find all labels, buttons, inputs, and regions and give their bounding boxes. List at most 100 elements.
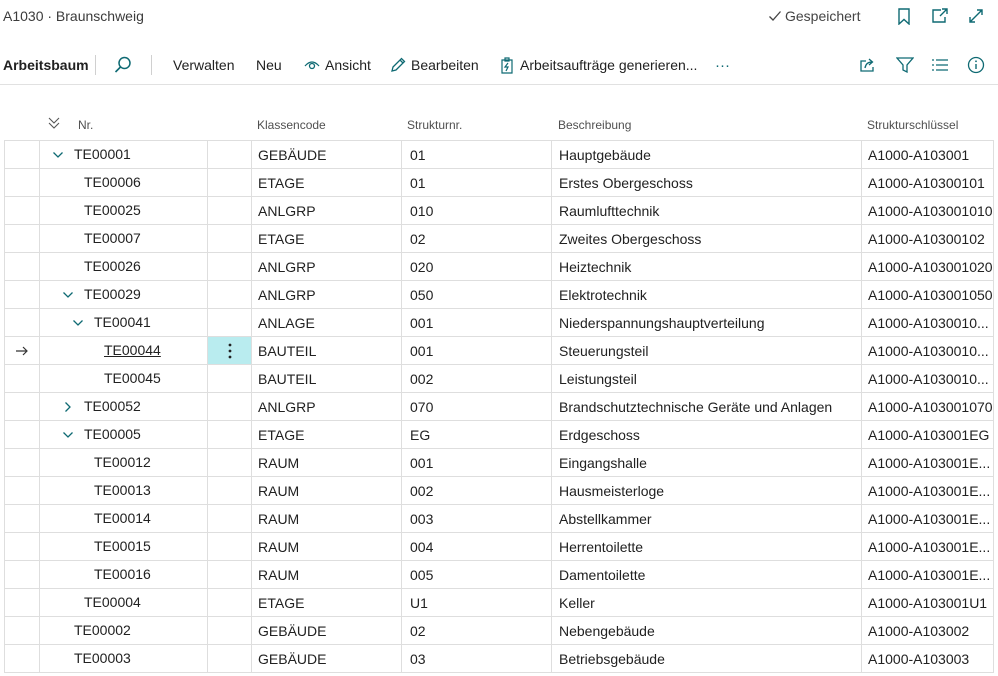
struct-nr-cell[interactable]: 003 <box>402 505 552 532</box>
struct-key-cell[interactable]: A1000-A103001E... <box>862 505 994 532</box>
struct-key-cell[interactable]: A1000-A103001E... <box>862 561 994 588</box>
struct-key-cell[interactable]: A1000-A103001U1 <box>862 589 994 616</box>
description-cell[interactable]: Elektrotechnik <box>552 281 862 308</box>
search-button[interactable] <box>113 46 138 84</box>
chevron-down-icon[interactable] <box>62 429 74 441</box>
row-marker-cell[interactable] <box>4 337 40 364</box>
bookmark-icon[interactable] <box>894 6 914 26</box>
class-code-cell[interactable]: ETAGE <box>252 169 402 196</box>
node-number[interactable]: TE00045 <box>104 370 161 386</box>
column-header-description[interactable]: Beschreibung <box>558 118 631 132</box>
node-number[interactable]: TE00041 <box>94 314 151 330</box>
row-actions-cell[interactable] <box>208 197 252 224</box>
row-actions-cell[interactable] <box>208 561 252 588</box>
struct-nr-cell[interactable]: 020 <box>402 253 552 280</box>
row-marker-cell[interactable] <box>4 365 40 392</box>
class-code-cell[interactable]: ANLGRP <box>252 393 402 420</box>
struct-key-cell[interactable]: A1000-A1030010... <box>862 309 994 336</box>
node-number[interactable]: TE00007 <box>84 230 141 246</box>
share-button[interactable] <box>859 46 882 84</box>
struct-nr-cell[interactable]: 02 <box>402 617 552 644</box>
description-cell[interactable]: Erstes Obergeschoss <box>552 169 862 196</box>
description-cell[interactable]: Hausmeisterloge <box>552 477 862 504</box>
row-actions-cell[interactable] <box>208 505 252 532</box>
struct-nr-cell[interactable]: 001 <box>402 309 552 336</box>
description-cell[interactable]: Nebengebäude <box>552 617 862 644</box>
row-marker-cell[interactable] <box>4 141 40 168</box>
description-cell[interactable]: Erdgeschoss <box>552 421 862 448</box>
column-header-struct-key[interactable]: Strukturschlüssel <box>867 118 958 132</box>
class-code-cell[interactable]: RAUM <box>252 477 402 504</box>
row-marker-cell[interactable] <box>4 505 40 532</box>
struct-nr-cell[interactable]: EG <box>402 421 552 448</box>
node-number[interactable]: TE00012 <box>94 454 151 470</box>
description-cell[interactable]: Betriebsgebäude <box>552 645 862 672</box>
struct-key-cell[interactable]: A1000-A103001E... <box>862 533 994 560</box>
view-button[interactable]: Ansicht <box>304 46 371 84</box>
column-header-class-code[interactable]: Klassencode <box>257 118 326 132</box>
table-row[interactable]: TE00003 GEBÄUDE 03 Betriebsgebäude A1000-A10… <box>4 645 994 673</box>
table-row[interactable]: TE00007 ETAGE 02 Zweites Obergeschoss A1000-… <box>4 225 994 253</box>
node-number[interactable]: TE00014 <box>94 510 151 526</box>
table-row[interactable]: TE00052 ANLGRP 070 Brandschutztechnische Ge… <box>4 393 994 421</box>
table-row[interactable]: TE00026 ANLGRP 020 Heiztechnik A1000-A103001… <box>4 253 994 281</box>
row-actions-cell[interactable] <box>208 393 252 420</box>
class-code-cell[interactable]: ANLAGE <box>252 309 402 336</box>
info-button[interactable] <box>967 46 990 84</box>
struct-nr-cell[interactable]: 002 <box>402 477 552 504</box>
table-row[interactable]: TE00016 RAUM 005 Damentoilette A1000-A103001… <box>4 561 994 589</box>
class-code-cell[interactable]: GEBÄUDE <box>252 141 402 168</box>
class-code-cell[interactable]: ETAGE <box>252 225 402 252</box>
more-vertical-icon[interactable] <box>228 343 232 359</box>
description-cell[interactable]: Zweites Obergeschoss <box>552 225 862 252</box>
generate-work-orders-button[interactable]: Arbeitsaufträge generieren... <box>499 46 697 84</box>
row-marker-cell[interactable] <box>4 281 40 308</box>
row-actions-cell[interactable] <box>208 477 252 504</box>
collapse-all-icon[interactable] <box>48 117 60 130</box>
class-code-cell[interactable]: GEBÄUDE <box>252 645 402 672</box>
row-actions-cell[interactable] <box>208 281 252 308</box>
row-marker-cell[interactable] <box>4 309 40 336</box>
class-code-cell[interactable]: ETAGE <box>252 421 402 448</box>
row-marker-cell[interactable] <box>4 393 40 420</box>
description-cell[interactable]: Damentoilette <box>552 561 862 588</box>
description-cell[interactable]: Hauptgebäude <box>552 141 862 168</box>
class-code-cell[interactable]: GEBÄUDE <box>252 617 402 644</box>
row-actions-cell[interactable] <box>208 617 252 644</box>
struct-key-cell[interactable]: A1000-A103001 <box>862 141 994 168</box>
filter-button[interactable] <box>896 46 919 84</box>
table-row[interactable]: TE00001 GEBÄUDE 01 Hauptgebäude A1000-A10300… <box>4 141 994 169</box>
struct-nr-cell[interactable]: 01 <box>402 169 552 196</box>
description-cell[interactable]: Steuerungsteil <box>552 337 862 364</box>
class-code-cell[interactable]: ANLGRP <box>252 253 402 280</box>
class-code-cell[interactable]: RAUM <box>252 533 402 560</box>
row-actions-cell[interactable] <box>208 533 252 560</box>
open-in-new-window-icon[interactable] <box>930 6 950 26</box>
row-marker-cell[interactable] <box>4 533 40 560</box>
row-actions-cell[interactable] <box>208 449 252 476</box>
row-actions-cell[interactable] <box>208 365 252 392</box>
node-number[interactable]: TE00005 <box>84 426 141 442</box>
list-view-button[interactable] <box>932 46 953 84</box>
table-row[interactable]: TE00045 BAUTEIL 002 Leistungsteil A1000-A103… <box>4 365 994 393</box>
class-code-cell[interactable]: BAUTEIL <box>252 337 402 364</box>
chevron-down-icon[interactable] <box>52 149 64 161</box>
row-marker-cell[interactable] <box>4 197 40 224</box>
row-actions-cell[interactable] <box>208 645 252 672</box>
node-number[interactable]: TE00015 <box>94 538 151 554</box>
description-cell[interactable]: Raumlufttechnik <box>552 197 862 224</box>
description-cell[interactable]: Niederspannungshauptverteilung <box>552 309 862 336</box>
description-cell[interactable]: Eingangshalle <box>552 449 862 476</box>
description-cell[interactable]: Brandschutztechnische Geräte und Anlagen <box>552 393 862 420</box>
struct-key-cell[interactable]: A1000-A103001EG <box>862 421 994 448</box>
struct-nr-cell[interactable]: 002 <box>402 365 552 392</box>
struct-nr-cell[interactable]: 070 <box>402 393 552 420</box>
node-number[interactable]: TE00016 <box>94 566 151 582</box>
row-marker-cell[interactable] <box>4 253 40 280</box>
struct-nr-cell[interactable]: 050 <box>402 281 552 308</box>
description-cell[interactable]: Leistungsteil <box>552 365 862 392</box>
row-marker-cell[interactable] <box>4 477 40 504</box>
node-number[interactable]: TE00029 <box>84 286 141 302</box>
expand-icon[interactable] <box>966 6 986 26</box>
struct-nr-cell[interactable]: 01 <box>402 141 552 168</box>
